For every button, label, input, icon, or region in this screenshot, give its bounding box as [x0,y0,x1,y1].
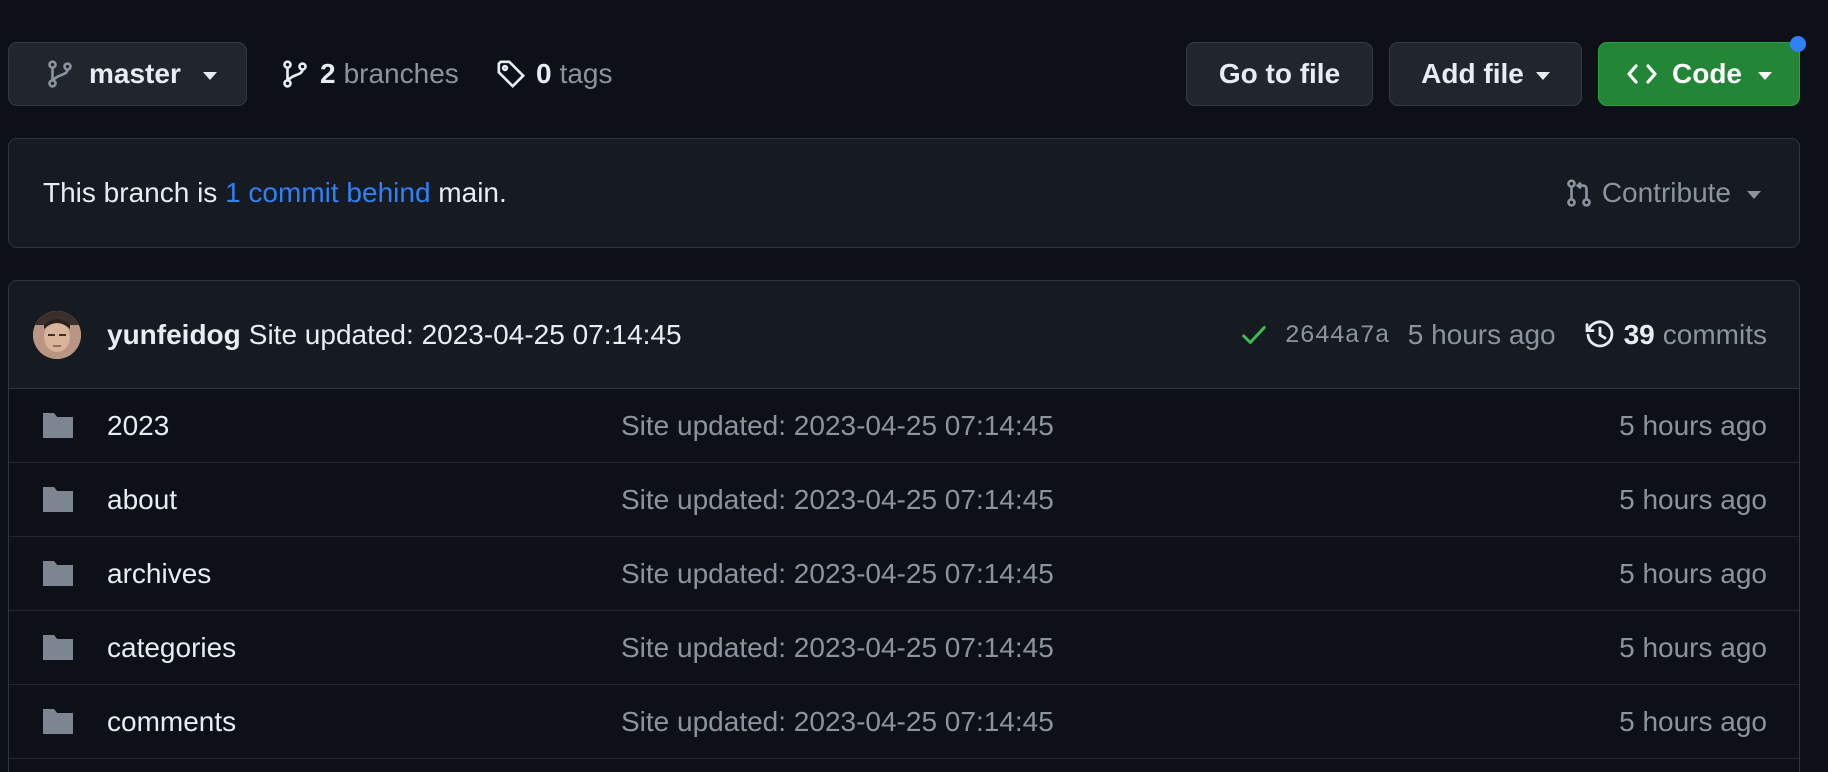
folder-icon [43,487,73,512]
add-file-button[interactable]: Add file [1389,42,1582,106]
file-commit-message[interactable]: Site updated: 2023-04-25 07:14:45 [621,685,1054,759]
commits-label: commits [1662,319,1767,350]
git-branch-icon [283,60,307,88]
avatar-image [33,311,81,359]
file-age: 5 hours ago [1619,632,1767,663]
file-age: 5 hours ago [1619,484,1767,515]
go-to-file-button[interactable]: Go to file [1186,42,1373,106]
file-name[interactable]: archives [107,537,211,611]
commits-history-link[interactable]: 39 commits [1584,319,1767,351]
commit-message[interactable]: Site updated: 2023-04-25 07:14:45 [249,319,682,351]
branches-label: branches [343,58,459,89]
file-commit-message[interactable]: Site updated: 2023-04-25 07:14:45 [621,537,1054,611]
file-name[interactable]: 2023 [107,389,169,463]
chevron-down-icon [1758,71,1772,80]
commit-meta: 2644a7a 5 hours ago 39 commits [1239,281,1767,389]
tags-link[interactable]: 0 tags [496,42,613,106]
repo-toolbar: master 2 branches 0 tags Go to file Add … [0,0,1828,120]
code-brackets-icon [1627,64,1657,84]
tags-label: tags [559,58,613,89]
table-row[interactable]: archives Site updated: 2023-04-25 07:14:… [9,537,1799,611]
contribute-button[interactable]: Contribute [1564,139,1761,247]
git-branch-icon [48,60,72,88]
file-age: 5 hours ago [1619,410,1767,441]
chevron-down-icon [1535,71,1550,80]
branches-count: 2 [320,58,336,89]
branch-selector-button[interactable]: master [8,42,247,106]
repo-file-browser: master 2 branches 0 tags Go to file Add … [0,0,1828,772]
commit-age[interactable]: 5 hours ago [1408,319,1556,351]
folder-icon [43,413,73,438]
commit-author[interactable]: yunfeidog [107,319,241,351]
avatar[interactable] [33,311,81,359]
notification-dot [1790,36,1806,52]
branches-link[interactable]: 2 branches [280,42,459,106]
file-table: yunfeidog Site updated: 2023-04-25 07:14… [8,280,1800,772]
check-icon[interactable] [1239,320,1269,350]
pull-request-icon [1567,179,1591,207]
branch-name: master [89,58,181,89]
commits-behind-link[interactable]: 1 commit behind [225,177,430,208]
file-name[interactable]: categories [107,611,236,685]
history-icon [1585,320,1613,348]
commit-sha[interactable]: 2644a7a [1285,321,1390,350]
file-age: 5 hours ago [1619,706,1767,737]
tag-icon [497,60,526,89]
folder-icon [43,635,73,660]
file-name[interactable]: about [107,463,177,537]
tags-count: 0 [536,58,552,89]
status-prefix: This branch is [43,177,218,208]
folder-icon [43,561,73,586]
code-label: Code [1672,58,1742,89]
latest-commit-bar: yunfeidog Site updated: 2023-04-25 07:14… [9,281,1799,389]
table-row[interactable]: about Site updated: 2023-04-25 07:14:45 … [9,463,1799,537]
status-suffix: main. [438,177,507,208]
code-button[interactable]: Code [1598,42,1800,106]
latest-commit-message: yunfeidog Site updated: 2023-04-25 07:14… [107,281,682,389]
add-file-label: Add file [1421,58,1524,89]
file-commit-message[interactable]: Site updated: 2023-04-25 07:14:45 [621,611,1054,685]
file-age: 5 hours ago [1619,558,1767,589]
chevron-down-icon [202,71,217,80]
chevron-down-icon [1747,190,1761,199]
branch-status-banner: This branch is 1 commit behind main. Con… [8,138,1800,248]
go-to-file-label: Go to file [1218,58,1341,89]
file-commit-message[interactable]: Site updated: 2023-04-25 07:14:45 [621,463,1054,537]
file-name[interactable]: comments [107,685,236,759]
table-row[interactable]: comments Site updated: 2023-04-25 07:14:… [9,685,1799,759]
contribute-label: Contribute [1601,177,1731,208]
folder-icon [43,709,73,734]
file-commit-message[interactable]: Site updated: 2023-04-25 07:14:45 [621,389,1054,463]
table-row[interactable]: categories Site updated: 2023-04-25 07:1… [9,611,1799,685]
branch-status-text: This branch is 1 commit behind main. [43,177,507,209]
commits-count: 39 [1623,319,1655,350]
table-row[interactable]: 2023 Site updated: 2023-04-25 07:14:45 5… [9,389,1799,463]
